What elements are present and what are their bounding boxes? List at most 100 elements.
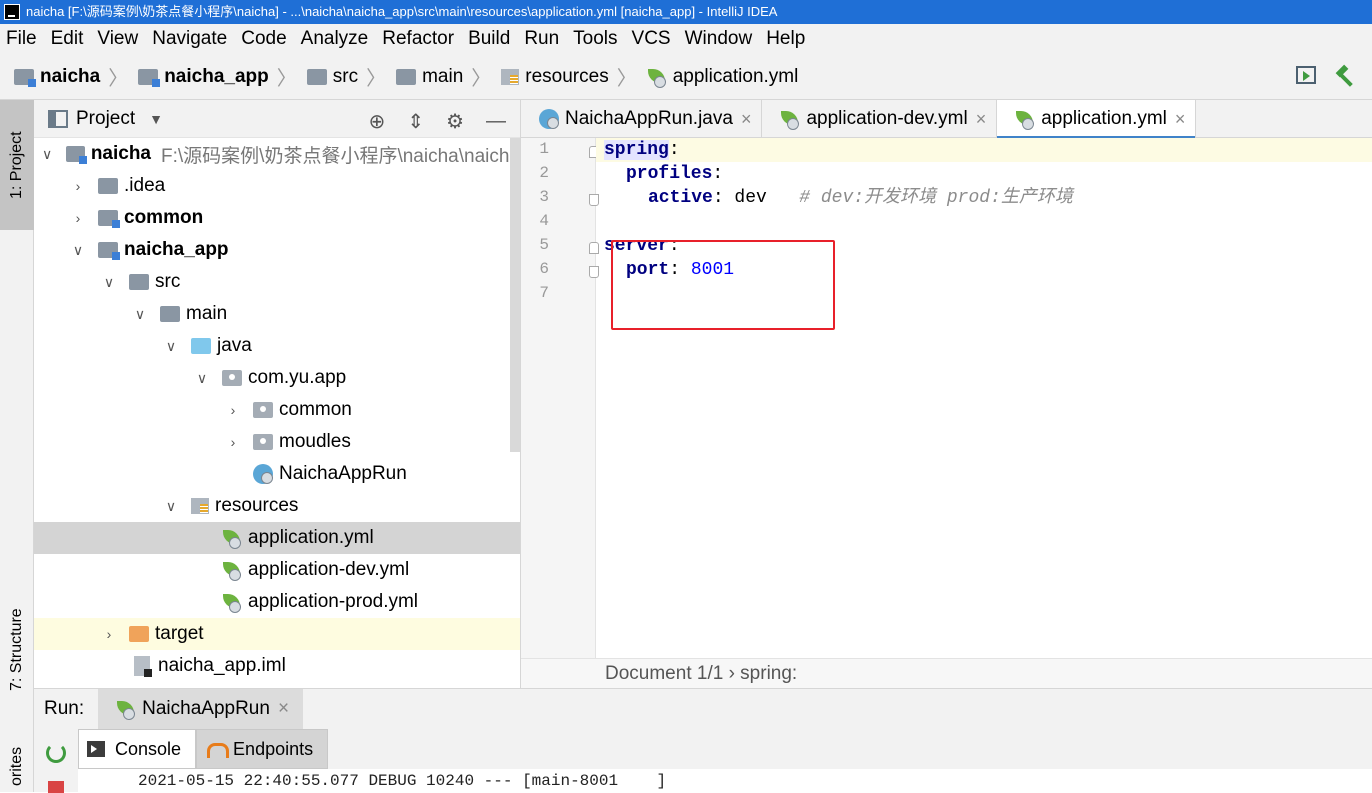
- breadcrumb-main[interactable]: main 〉: [396, 62, 491, 91]
- tree-item-naicha[interactable]: ∨ naicha F:\源码案例\奶茶点餐小程序\naicha\naicha: [34, 138, 520, 170]
- spring-config-icon: [222, 529, 242, 549]
- left-tool-strip: 1: Project 7: Structure orites: [0, 100, 34, 792]
- chevron-down-icon[interactable]: ∨: [190, 370, 214, 387]
- tree-item-resources[interactable]: ∨ resources: [34, 490, 520, 522]
- build-hammer-icon[interactable]: [1334, 66, 1356, 88]
- chevron-down-icon[interactable]: ∨: [128, 306, 152, 323]
- menu-window[interactable]: Window: [685, 24, 753, 54]
- editor-breadcrumb-status[interactable]: Document 1/1 › spring:: [521, 658, 1372, 688]
- tab-console[interactable]: Console: [78, 729, 197, 769]
- menu-refactor[interactable]: Refactor: [382, 24, 454, 54]
- run-label: Run:: [44, 698, 85, 719]
- chevron-right-icon[interactable]: ›: [221, 434, 245, 450]
- chevron-right-icon[interactable]: ›: [97, 626, 121, 642]
- tree-item-package-com-yu-app[interactable]: ∨ com.yu.app: [34, 362, 520, 394]
- breadcrumb-application-yml[interactable]: application.yml: [647, 66, 798, 88]
- chevron-down-icon[interactable]: ∨: [159, 498, 183, 515]
- code-line: spring:: [596, 138, 1372, 162]
- tree-scrollbar[interactable]: [510, 138, 520, 452]
- run-tab-naicha-app-run[interactable]: NaichaAppRun ×: [98, 689, 304, 729]
- close-icon[interactable]: ×: [1175, 109, 1186, 130]
- menu-edit[interactable]: Edit: [51, 24, 84, 54]
- tree-item-common-module[interactable]: › common: [34, 202, 520, 234]
- module-folder-icon: [98, 242, 120, 260]
- menu-build[interactable]: Build: [468, 24, 510, 54]
- line-number: 1: [539, 140, 549, 158]
- tab-application-yml[interactable]: application.yml ×: [997, 100, 1197, 139]
- line-number: 4: [539, 212, 549, 230]
- breadcrumb-resources[interactable]: resources 〉: [501, 62, 637, 91]
- line-number: 2: [539, 164, 549, 182]
- menu-view[interactable]: View: [97, 24, 138, 54]
- menu-analyze[interactable]: Analyze: [301, 24, 369, 54]
- console-output[interactable]: 2021-05-15 22:40:55.077 DEBUG 10240 --- …: [78, 769, 1372, 793]
- chevron-down-icon[interactable]: ∨: [159, 338, 183, 355]
- folder-icon: [306, 68, 327, 85]
- close-icon[interactable]: ×: [278, 698, 289, 720]
- gear-icon[interactable]: ⚙: [446, 109, 464, 134]
- close-icon[interactable]: ×: [741, 109, 752, 130]
- breadcrumb-naicha[interactable]: naicha 〉: [14, 62, 128, 91]
- tab-project-tool[interactable]: 1: Project: [0, 100, 34, 230]
- chevron-right-icon[interactable]: ›: [221, 402, 245, 418]
- module-folder-icon: [14, 68, 36, 87]
- line-number: 7: [539, 284, 549, 302]
- chevron-down-icon[interactable]: ▼: [149, 111, 163, 127]
- highlight-annotation-box: [611, 240, 835, 330]
- module-folder-icon: [98, 210, 120, 228]
- spring-boot-class-icon: [539, 109, 559, 129]
- tab-naicha-app-run-java[interactable]: NaichaAppRun.java ×: [521, 100, 763, 138]
- menu-navigate[interactable]: Navigate: [152, 24, 227, 54]
- chevron-down-icon[interactable]: ∨: [36, 146, 58, 163]
- collapse-all-icon[interactable]: ⇕: [407, 109, 424, 134]
- tab-favorites-tool[interactable]: orites: [0, 740, 34, 792]
- project-panel-header: Project ▼ ⊕ ⇕ ⚙ —: [34, 100, 520, 138]
- chevron-right-icon[interactable]: ›: [66, 210, 90, 226]
- folder-icon: [129, 274, 149, 290]
- tree-item-naicha-app-iml[interactable]: naicha_app.iml: [34, 650, 520, 682]
- tree-item-naicha-app-run[interactable]: NaichaAppRun: [34, 458, 520, 490]
- tree-item-application-dev-yml[interactable]: application-dev.yml: [34, 554, 520, 586]
- tree-item-application-yml[interactable]: application.yml: [34, 522, 520, 554]
- breadcrumb-naicha-app[interactable]: naicha_app 〉: [138, 62, 297, 91]
- window-title: naicha [F:\源码案例\奶茶点餐小程序\naicha] - ...\na…: [26, 4, 778, 19]
- chevron-down-icon[interactable]: ∨: [66, 242, 90, 259]
- menu-bar: File Edit View Navigate Code Analyze Ref…: [0, 24, 1372, 54]
- module-folder-icon: [138, 68, 161, 87]
- spring-config-icon: [780, 110, 800, 130]
- chevron-down-icon[interactable]: ∨: [97, 274, 121, 291]
- source-folder-icon: [191, 338, 211, 354]
- tab-structure-tool[interactable]: 7: Structure: [0, 590, 34, 710]
- tree-item-main[interactable]: ∨ main: [34, 298, 520, 330]
- folder-icon: [160, 306, 180, 322]
- tree-item-naicha-app[interactable]: ∨ naicha_app: [34, 234, 520, 266]
- chevron-right-icon[interactable]: ›: [66, 178, 90, 194]
- breadcrumb-src[interactable]: src 〉: [306, 62, 386, 91]
- tree-item-idea[interactable]: › .idea: [34, 170, 520, 202]
- tree-item-application-prod-yml[interactable]: application-prod.yml: [34, 586, 520, 618]
- menu-file[interactable]: File: [6, 24, 37, 54]
- project-panel-title[interactable]: Project: [76, 108, 135, 130]
- locate-target-icon[interactable]: ⊕: [369, 109, 386, 134]
- tree-item-package-moudles[interactable]: › moudles: [34, 426, 520, 458]
- run-toolbar: [34, 729, 78, 793]
- rerun-icon[interactable]: [46, 743, 66, 763]
- tree-item-target[interactable]: › target: [34, 618, 520, 650]
- tree-item-java[interactable]: ∨ java: [34, 330, 520, 362]
- menu-tools[interactable]: Tools: [573, 24, 617, 54]
- minimize-icon[interactable]: —: [486, 110, 506, 133]
- package-icon: [222, 370, 242, 386]
- tree-item-package-common[interactable]: › common: [34, 394, 520, 426]
- code-line: profiles:: [626, 164, 724, 184]
- menu-vcs[interactable]: VCS: [632, 24, 671, 54]
- tree-item-src[interactable]: ∨ src: [34, 266, 520, 298]
- tab-application-dev-yml[interactable]: application-dev.yml ×: [762, 100, 998, 138]
- tab-endpoints[interactable]: Endpoints: [196, 729, 329, 769]
- menu-code[interactable]: Code: [241, 24, 286, 54]
- close-icon[interactable]: ×: [976, 109, 987, 130]
- run-anything-icon[interactable]: [1296, 66, 1316, 84]
- code-editor[interactable]: spring: profiles: active: dev # dev:开发环境…: [596, 138, 1372, 658]
- menu-help[interactable]: Help: [766, 24, 805, 54]
- menu-run[interactable]: Run: [524, 24, 559, 54]
- stop-icon[interactable]: [48, 781, 64, 793]
